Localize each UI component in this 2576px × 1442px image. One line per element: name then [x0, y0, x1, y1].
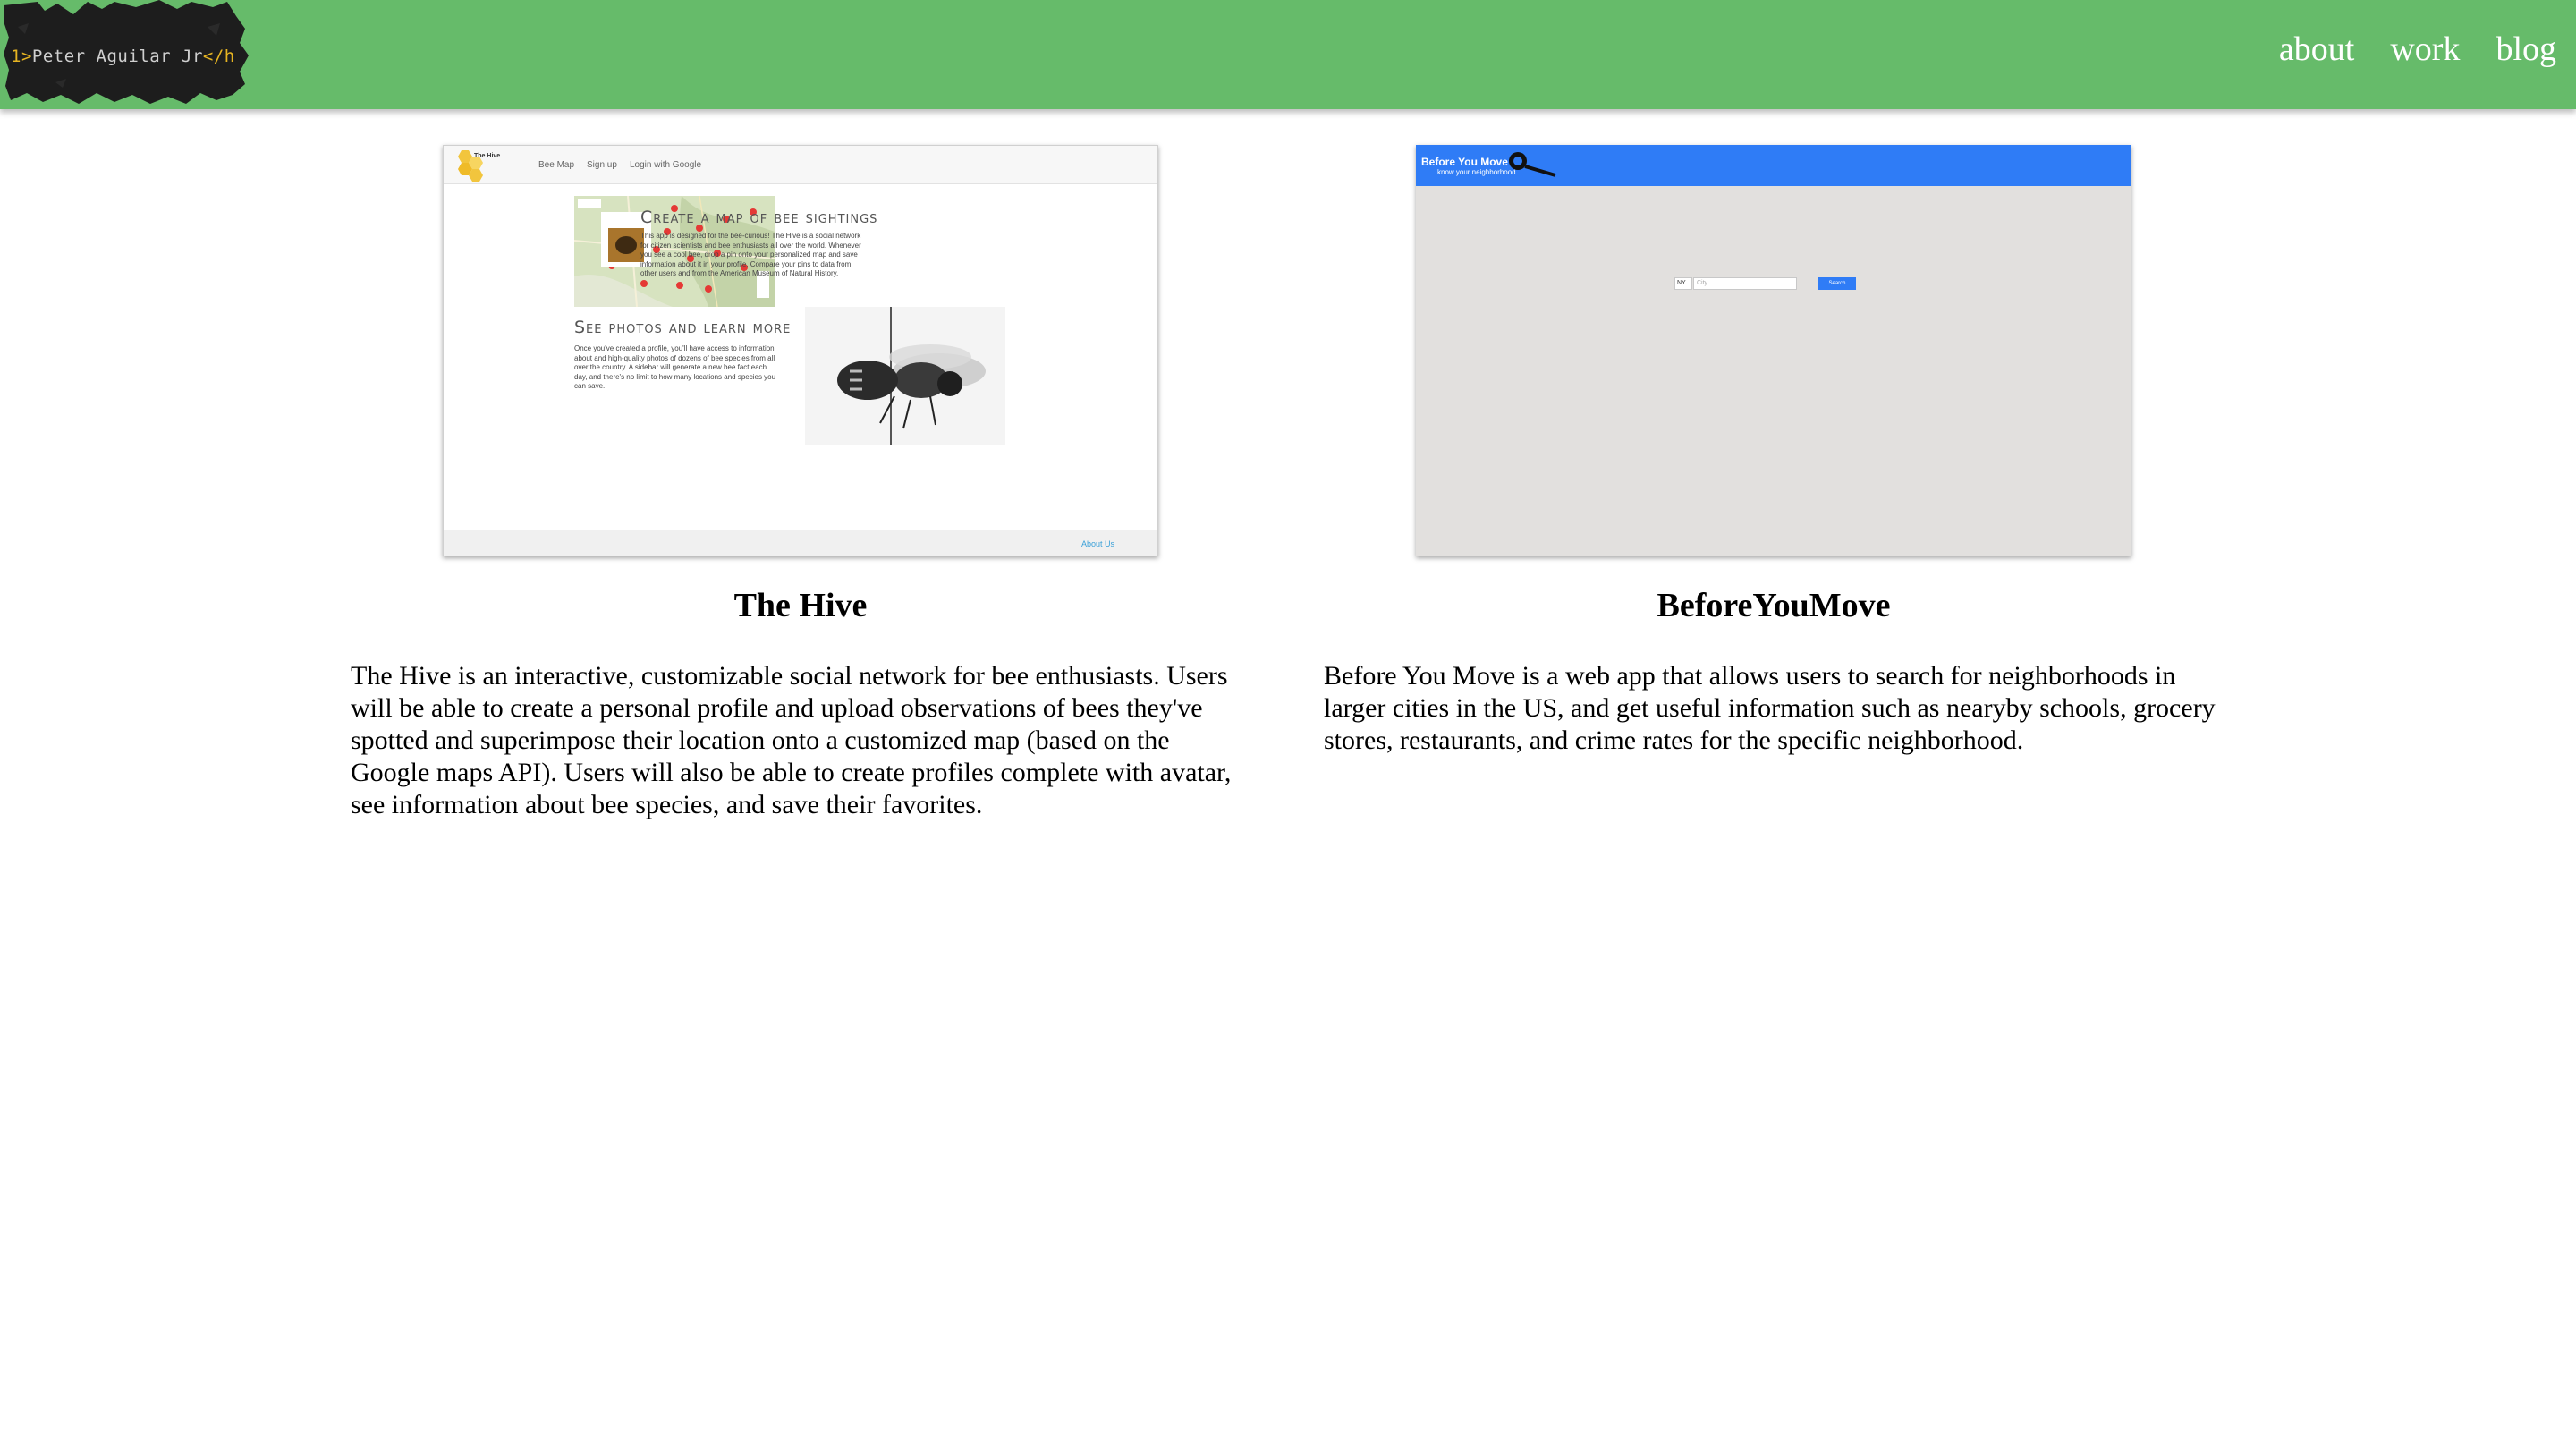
bym-shot-state-select: NY [1674, 277, 1692, 290]
nav-link-blog[interactable]: blog [2496, 32, 2556, 66]
nav-link-about[interactable]: about [2279, 32, 2354, 66]
main-nav: about work blog [2279, 32, 2556, 66]
site-logo[interactable]: 1>Peter Aguilar Jr</h [2, 0, 252, 106]
logo-tag-close: </h [202, 47, 235, 66]
hive-shot-para-map: This app is designed for the bee-curious… [640, 232, 861, 277]
hive-screenshot[interactable]: The Hive Bee Map Sign up Login with Goog… [443, 145, 1158, 556]
project-description-hive: The Hive is an interactive, customizable… [351, 661, 1232, 819]
bym-shot-city-input: City [1693, 277, 1797, 290]
beforeyoumove-screenshot[interactable]: Before You Move know your neighborhood N… [1416, 145, 2131, 556]
hive-shot-nav-beemap: Bee Map [538, 160, 575, 170]
project-title-hive: The Hive [733, 587, 868, 624]
site-header: 1>Peter Aguilar Jr</h about work blog [0, 0, 2576, 109]
bym-shot-search-button: Search [1818, 277, 1856, 290]
logo-text: 1>Peter Aguilar Jr</h [11, 47, 235, 66]
nav-link-work[interactable]: work [2390, 32, 2460, 66]
logo-tag-open: 1> [11, 47, 32, 66]
project-description-beforeyoumove: Before You Move is a web app that allows… [1324, 661, 2216, 755]
hive-shot-heading-photos: See photos and learn more [574, 318, 792, 337]
hive-shot-about-link: About Us [1080, 539, 1114, 548]
project-title-beforeyoumove: BeforeYouMove [1657, 587, 1891, 624]
hive-shot-para-photos: Once you've created a profile, you'll ha… [574, 344, 776, 390]
hive-shot-brand: The Hive [474, 153, 501, 159]
bee-specimen-image [837, 307, 986, 445]
hive-shot-footer [444, 530, 1157, 556]
bym-shot-brand: Before You Move [1421, 156, 1508, 168]
hive-shot-nav-signup: Sign up [587, 160, 617, 170]
hive-shot-nav-login: Login with Google [630, 160, 702, 170]
logo-name: Peter Aguilar Jr [31, 47, 203, 66]
magnifier-logo-icon [1509, 152, 1556, 177]
hive-shot-heading-map: Create a map of bee sightings [640, 208, 878, 227]
hive-shot-bee-photo [805, 307, 1005, 445]
